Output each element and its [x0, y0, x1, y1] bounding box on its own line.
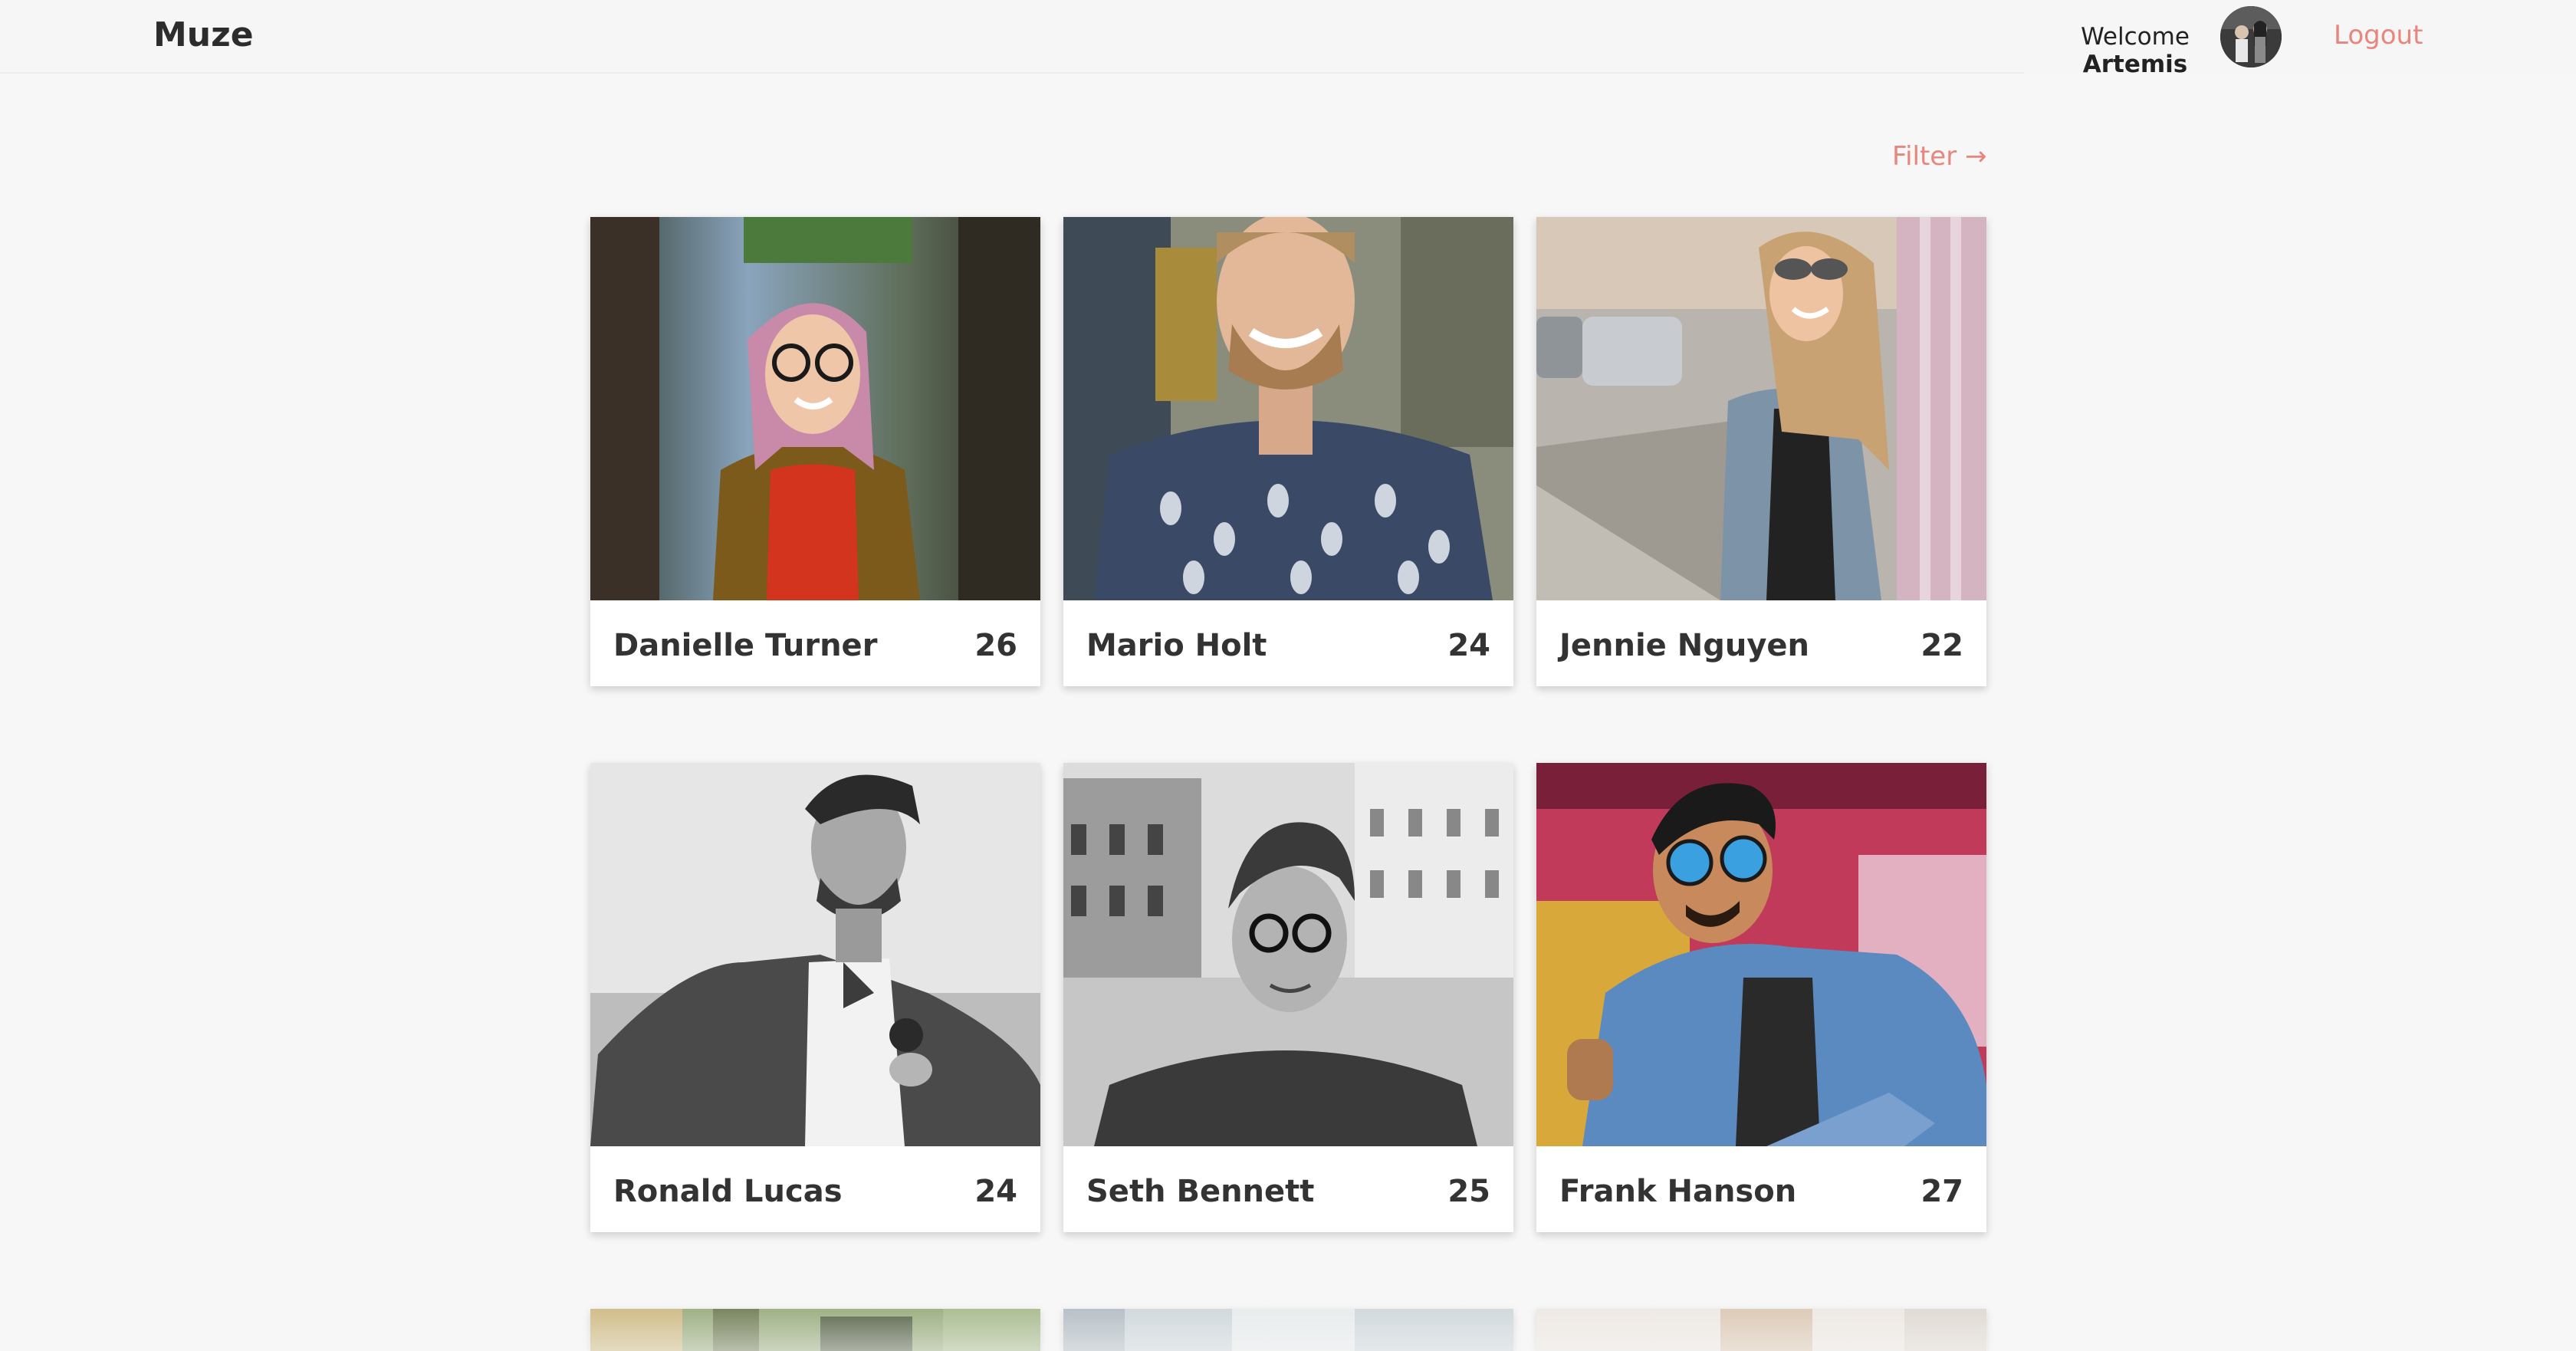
profile-card[interactable]: Seth Bennett 25 — [1063, 763, 1513, 1232]
profile-info: Ronald Lucas 24 — [590, 1146, 1040, 1232]
profile-age: 24 — [1447, 628, 1490, 663]
profile-card[interactable]: Frank Hanson 27 — [1536, 763, 1986, 1232]
profile-info: Danielle Turner 26 — [590, 600, 1040, 686]
profile-card[interactable]: Mario Holt 24 — [1063, 217, 1513, 686]
profile-card[interactable]: Ronald Lucas 24 — [590, 763, 1040, 1232]
profile-info: Seth Bennett 25 — [1063, 1146, 1513, 1232]
user-name: Artemis — [2082, 51, 2188, 78]
profile-name: Mario Holt — [1086, 628, 1267, 663]
filter-link[interactable]: Filter → — [1892, 141, 1987, 172]
profile-photo — [590, 1309, 1040, 1351]
header-divider — [0, 72, 2024, 74]
profile-age: 22 — [1921, 628, 1963, 663]
profile-card[interactable] — [590, 1309, 1040, 1351]
profile-photo — [1063, 763, 1513, 1146]
profile-card[interactable] — [1536, 1309, 1986, 1351]
profile-photo — [1536, 1309, 1986, 1351]
profile-card[interactable] — [1063, 1309, 1513, 1351]
welcome-message: Welcome Artemis — [2070, 23, 2200, 78]
profile-name: Ronald Lucas — [613, 1174, 843, 1209]
profile-name: Danielle Turner — [613, 628, 878, 663]
profile-age: 24 — [974, 1174, 1017, 1209]
top-nav-bar: Muze Welcome Artemis Logout — [0, 0, 2576, 78]
logout-link[interactable]: Logout — [2334, 20, 2423, 51]
app-logo[interactable]: Muze — [153, 15, 254, 54]
user-avatar[interactable] — [2220, 6, 2282, 67]
profile-photo — [1536, 763, 1986, 1146]
profile-age: 27 — [1921, 1174, 1963, 1209]
profile-age: 25 — [1447, 1174, 1490, 1209]
profile-photo — [590, 763, 1040, 1146]
profile-photo — [1063, 217, 1513, 600]
profile-info: Jennie Nguyen 22 — [1536, 600, 1986, 686]
profile-card[interactable]: Danielle Turner 26 — [590, 217, 1040, 686]
welcome-label: Welcome — [2081, 23, 2190, 51]
profile-age: 26 — [974, 628, 1017, 663]
profile-card[interactable]: Jennie Nguyen 22 — [1536, 217, 1986, 686]
profile-name: Jennie Nguyen — [1559, 628, 1809, 663]
profile-name: Seth Bennett — [1086, 1174, 1315, 1209]
profile-info: Frank Hanson 27 — [1536, 1146, 1986, 1232]
profile-photo — [590, 217, 1040, 600]
profile-photo — [1063, 1309, 1513, 1351]
profile-name: Frank Hanson — [1559, 1174, 1797, 1209]
profile-photo — [1536, 217, 1986, 600]
profile-info: Mario Holt 24 — [1063, 600, 1513, 686]
